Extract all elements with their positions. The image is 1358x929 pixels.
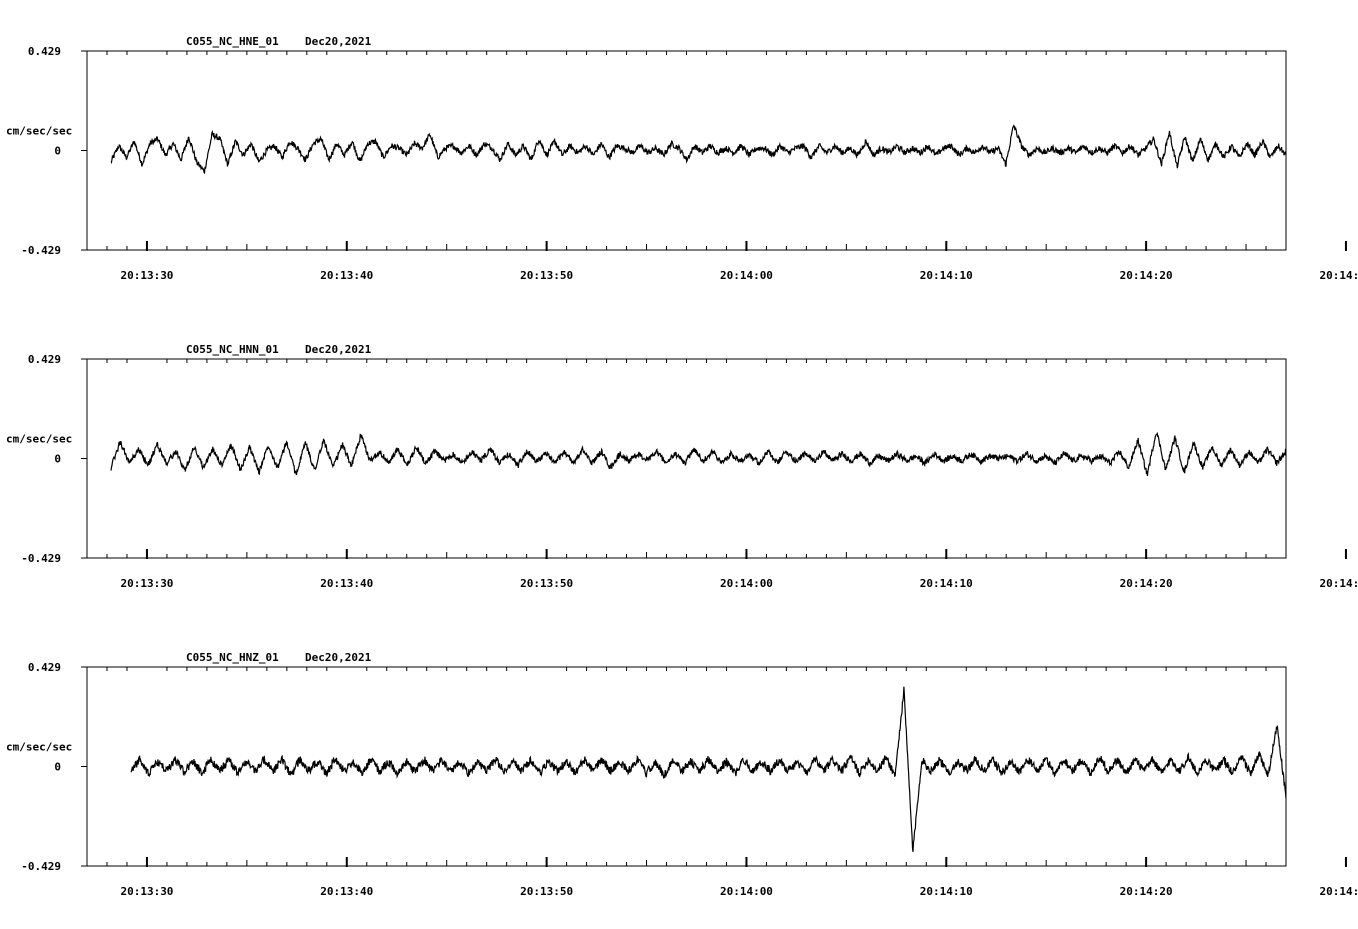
x-tick-label: 20:14:10 <box>920 885 973 898</box>
y-axis-label: cm/sec/sec <box>6 433 72 446</box>
y-tick-label-max: 0.429 <box>28 661 61 674</box>
y-tick-label-zero: 0 <box>54 145 61 158</box>
x-tick-label: 20:14:30 <box>1319 885 1358 898</box>
x-tick-label: 20:13:40 <box>320 885 373 898</box>
chart-date: Dec20,2021 <box>305 651 372 664</box>
x-tick-label: 20:13:50 <box>520 577 573 590</box>
x-tick-label: 20:14:00 <box>720 269 773 282</box>
y-tick-label-min: -0.429 <box>21 552 61 565</box>
y-tick-label-zero: 0 <box>54 761 61 774</box>
chart-title: C055_NC_HNN_01 <box>186 343 279 356</box>
x-tick-label: 20:13:40 <box>320 269 373 282</box>
x-tick-label: 20:13:30 <box>120 577 173 590</box>
chart-date: Dec20,2021 <box>305 35 372 48</box>
x-tick-label: 20:13:50 <box>520 885 573 898</box>
waveform-trace-1 <box>110 124 1287 175</box>
waveform-trace-3 <box>130 686 1287 852</box>
y-tick-label-max: 0.429 <box>28 45 61 58</box>
x-tick-label: 20:14:30 <box>1319 269 1358 282</box>
x-tick-label: 20:14:20 <box>1120 885 1173 898</box>
chart-panel-1: C055_NC_HNE_01 Dec20,2021 0.429 0 -0.429 cm/s… <box>6 35 1358 282</box>
x-tick-label: 20:14:10 <box>920 577 973 590</box>
x-tick-label: 20:13:30 <box>120 885 173 898</box>
y-tick-label-max: 0.429 <box>28 353 61 366</box>
x-tick-label: 20:14:00 <box>720 885 773 898</box>
plot-frame <box>86 50 1287 251</box>
chart-panel-2: C055_NC_HNN_01 Dec20,2021 0.429 0 -0.429 cm/s… <box>6 343 1358 590</box>
chart-title: C055_NC_HNE_01 <box>186 35 279 48</box>
x-tick-label: 20:14:20 <box>1120 577 1173 590</box>
chart-date: Dec20,2021 <box>305 343 372 356</box>
y-tick-label-zero: 0 <box>54 453 61 466</box>
waveform-trace-2 <box>110 431 1287 477</box>
x-tick-label: 20:13:30 <box>120 269 173 282</box>
x-tick-label: 20:14:20 <box>1120 269 1173 282</box>
x-tick-label: 20:13:50 <box>520 269 573 282</box>
seismogram-charts: C055_NC_HNE_01 Dec20,2021 0.429 0 -0.429 cm/s… <box>6 35 1358 898</box>
x-tick-label: 20:14:30 <box>1319 577 1358 590</box>
y-axis-label: cm/sec/sec <box>6 741 72 754</box>
x-tick-label: 20:13:40 <box>320 577 373 590</box>
chart-panel-3: C055_NC_HNZ_01 Dec20,2021 0.429 0 -0.429 cm/s… <box>6 651 1358 898</box>
y-tick-label-min: -0.429 <box>21 860 61 873</box>
x-tick-label: 20:14:00 <box>720 577 773 590</box>
chart-title: C055_NC_HNZ_01 <box>186 651 279 664</box>
y-axis-label: cm/sec/sec <box>6 125 72 138</box>
y-tick-label-min: -0.429 <box>21 244 61 257</box>
seismogram-page: C055_NC_HNE_01 Dec20,2021 0.429 0 -0.429 cm/s… <box>0 0 1358 924</box>
x-tick-label: 20:14:10 <box>920 269 973 282</box>
